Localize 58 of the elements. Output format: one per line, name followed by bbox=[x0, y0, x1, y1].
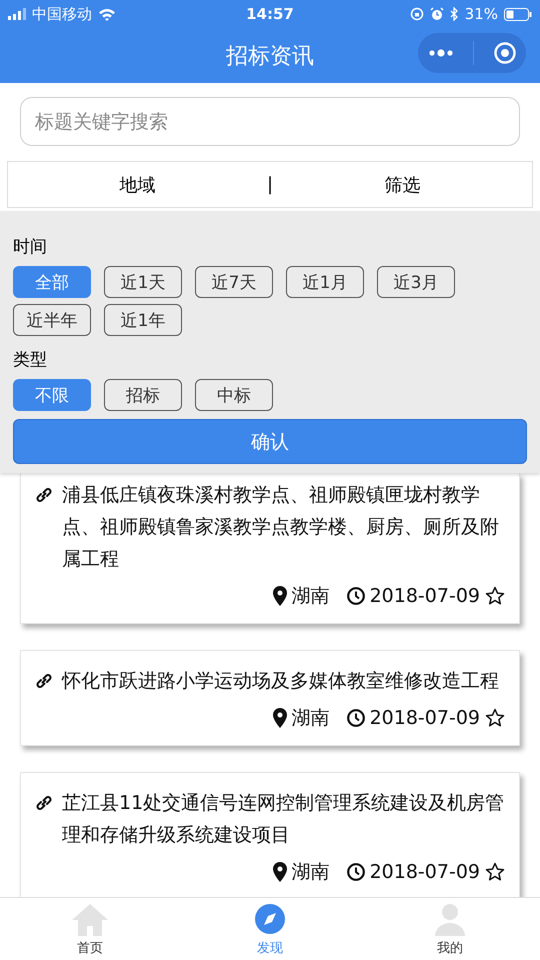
search-field[interactable]: 标题关键字搜索 bbox=[20, 97, 520, 146]
location-pin-icon bbox=[272, 586, 287, 606]
filter-divider: | bbox=[266, 174, 274, 195]
clock-icon bbox=[346, 863, 365, 881]
star-icon[interactable] bbox=[485, 586, 505, 606]
star-icon[interactable] bbox=[485, 862, 505, 882]
location-pin-icon bbox=[272, 708, 287, 728]
listing-region: 湖南 bbox=[292, 584, 330, 609]
time-label: 时间 bbox=[13, 236, 48, 258]
rotation-lock-icon bbox=[410, 7, 424, 21]
time-option[interactable]: 近3月 bbox=[377, 266, 455, 298]
link-icon bbox=[34, 671, 54, 691]
wifi-icon bbox=[98, 8, 116, 20]
listing-title: 芷江县11处交通信号连网控制管理系统建设及机房管理和存储升级系统建设项目 bbox=[62, 791, 505, 848]
home-icon bbox=[70, 902, 110, 936]
time-option[interactable]: 近1天 bbox=[104, 266, 182, 298]
listing-title: 浦县低庄镇夜珠溪村教学点、祖师殿镇匣垅村教学点、祖师殿镇鲁家溪教学点教学楼、厨房、厕所及附属工程 bbox=[62, 483, 500, 572]
bluetooth-icon bbox=[450, 7, 459, 21]
time-option[interactable]: 近1月 bbox=[286, 266, 364, 298]
region-filter[interactable]: 地域 bbox=[8, 172, 267, 196]
tab-item[interactable]: 发现 bbox=[180, 898, 360, 960]
star-icon[interactable] bbox=[485, 708, 505, 728]
type-label: 类型 bbox=[13, 349, 48, 371]
alarm-icon bbox=[430, 7, 444, 21]
time-option[interactable]: 近半年 bbox=[13, 304, 91, 336]
listing-card[interactable]: 浦县低庄镇夜珠溪村教学点、祖师殿镇匣垅村教学点、祖师殿镇鲁家溪教学点教学楼、厨房、厕所及附属工程 湖南 2018-07-09 bbox=[20, 473, 520, 624]
filter-toggle[interactable]: 筛选 bbox=[273, 172, 532, 196]
tab-item[interactable]: 我的 bbox=[360, 898, 540, 960]
carrier-name: 中国移动 bbox=[32, 4, 92, 24]
more-icon[interactable] bbox=[428, 49, 454, 57]
battery-percent: 31% bbox=[464, 5, 498, 23]
time-option[interactable]: 近1年 bbox=[104, 304, 182, 336]
clock-time: 14:57 bbox=[246, 5, 294, 23]
type-option[interactable]: 招标 bbox=[104, 379, 182, 411]
listing-date: 2018-07-09 bbox=[370, 707, 480, 729]
clock-icon bbox=[346, 709, 365, 727]
link-icon bbox=[34, 793, 54, 813]
link-icon bbox=[34, 485, 54, 505]
listing-card[interactable]: 芷江县11处交通信号连网控制管理系统建设及机房管理和存储升级系统建设项目 湖南 2018-07-09 bbox=[20, 772, 520, 897]
listing-card[interactable]: 怀化市跃进路小学运动场及多媒体教室维修改造工程 湖南 2018-07-09 bbox=[20, 650, 520, 746]
tab-item[interactable]: 首页 bbox=[0, 898, 180, 960]
listing-date: 2018-07-09 bbox=[370, 861, 480, 883]
type-option[interactable]: 中标 bbox=[195, 379, 273, 411]
clock-icon bbox=[346, 587, 365, 605]
page-title: 招标资讯 bbox=[226, 42, 314, 70]
listing-date: 2018-07-09 bbox=[370, 585, 480, 607]
location-pin-icon bbox=[272, 862, 287, 882]
signal-icon bbox=[8, 8, 26, 20]
type-option[interactable]: 不限 bbox=[13, 379, 91, 411]
time-option[interactable]: 近7天 bbox=[195, 266, 273, 298]
listing-region: 湖南 bbox=[292, 706, 330, 731]
compass-icon bbox=[253, 902, 287, 936]
battery-icon bbox=[504, 8, 532, 20]
listing-title: 怀化市跃进路小学运动场及多媒体教室维修改造工程 bbox=[62, 669, 500, 694]
time-option[interactable]: 全部 bbox=[13, 266, 91, 298]
listing-region: 湖南 bbox=[292, 860, 330, 885]
confirm-button[interactable]: 确认 bbox=[13, 419, 527, 464]
person-icon bbox=[433, 902, 467, 936]
